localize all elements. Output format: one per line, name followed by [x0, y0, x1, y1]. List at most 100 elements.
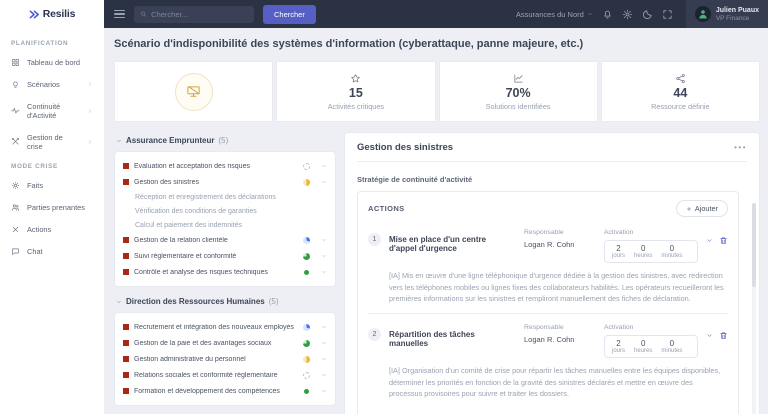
- sidebar-item-chat[interactable]: Chat: [0, 240, 104, 262]
- status-not-started-icon: [303, 162, 310, 170]
- process-row[interactable]: Relations sociales et conformité régleme…: [123, 367, 327, 383]
- brand-name: Resilis: [42, 8, 76, 20]
- sidebar-item-tableau-de-bord[interactable]: Tableau de bord: [0, 51, 104, 73]
- activation-minutes[interactable]: 0: [661, 244, 682, 253]
- action-title: Mise en place d'un centre d'appel d'urge…: [389, 235, 487, 253]
- collapse-chevron-icon[interactable]: [706, 237, 713, 244]
- brand-logo[interactable]: Resilis: [0, 0, 104, 28]
- fullscreen-icon[interactable]: [662, 9, 673, 20]
- sub-process-row[interactable]: Calcul et paiement des indemnités: [123, 218, 327, 232]
- sidebar-item-label: Chat: [27, 246, 43, 256]
- action-title: Répartition des tâches manuelles: [389, 330, 475, 349]
- responsable-name: Logan R. Cohn: [524, 240, 575, 249]
- actions-box: ACTIONS Ajouter 1 Mise en place d'un cen…: [357, 191, 739, 414]
- criticality-square-icon: [123, 269, 129, 275]
- crossed-tools-icon: [11, 137, 20, 146]
- sidebar-item-label: Actions: [27, 224, 52, 234]
- activation-days[interactable]: 2: [612, 244, 625, 253]
- chevron-down-icon[interactable]: [321, 269, 327, 275]
- activation-days[interactable]: 2: [612, 339, 625, 348]
- notifications-bell-icon[interactable]: [602, 9, 613, 20]
- process-label: Suivi réglementaire et conformité: [134, 252, 237, 260]
- star-icon: [350, 73, 361, 84]
- settings-gear-icon[interactable]: [622, 9, 633, 20]
- activation-hours[interactable]: 0: [634, 339, 652, 348]
- process-row[interactable]: Gestion de la relation clientèle: [123, 232, 327, 248]
- group-header-ressources-humaines[interactable]: Direction des Ressources Humaines (5): [116, 297, 336, 306]
- stats-row: 15 Activités critiques 70% Solutions ide…: [114, 61, 760, 122]
- process-label: Évaluation et acceptation des risques: [134, 162, 250, 170]
- sidebar-item-faits[interactable]: Faits: [0, 174, 104, 196]
- collapse-chevron-icon[interactable]: [706, 332, 713, 339]
- chevron-down-icon[interactable]: [321, 237, 327, 243]
- activation-minutes[interactable]: 0: [661, 339, 682, 348]
- delete-trash-icon[interactable]: [719, 331, 728, 340]
- sub-process-row[interactable]: Vérification des conditions de garanties: [123, 204, 327, 218]
- scrollbar-thumb[interactable]: [752, 203, 756, 287]
- sidebar-item-continuite-activite[interactable]: Continuité d'Activité: [0, 95, 104, 126]
- dark-mode-moon-icon[interactable]: [642, 9, 653, 20]
- sidebar-item-actions[interactable]: Actions: [0, 218, 104, 240]
- criticality-square-icon: [123, 372, 129, 378]
- monitor-off-icon: [174, 72, 213, 111]
- more-options-icon[interactable]: •••: [734, 143, 747, 152]
- search-input[interactable]: [151, 9, 248, 19]
- process-row[interactable]: Gestion administrative du personnel: [123, 351, 327, 367]
- group-card: Recrutement et intégration des nouveaux …: [114, 312, 336, 406]
- status-in-progress-icon: [303, 355, 310, 363]
- chevron-down-icon[interactable]: [321, 388, 327, 394]
- chart-line-icon: [513, 73, 524, 84]
- process-row[interactable]: Contrôle et analyse des risques techniqu…: [123, 264, 327, 280]
- minutes-unit-label: minutes: [661, 348, 683, 355]
- brand-mark-icon: [29, 10, 39, 18]
- add-action-button[interactable]: Ajouter: [675, 200, 728, 217]
- status-in-progress-icon: [303, 323, 310, 331]
- chevron-down-icon[interactable]: [321, 163, 327, 169]
- chevron-down-icon[interactable]: [321, 253, 327, 259]
- process-label: Contrôle et analyse des risques techniqu…: [134, 268, 268, 276]
- chevron-down-icon[interactable]: [321, 324, 327, 330]
- process-row[interactable]: Gestion de la paie et des avantages soci…: [123, 335, 327, 351]
- process-row[interactable]: Évaluation et acceptation des risques: [123, 158, 327, 174]
- action-item-1: 1 Mise en place d'un centre d'appel d'ur…: [368, 219, 728, 315]
- process-label: Gestion des sinistres: [134, 178, 199, 186]
- stat-label: Solutions identifiées: [485, 101, 551, 111]
- search-button[interactable]: Chercher: [263, 4, 316, 24]
- sidebar-item-gestion-de-crise[interactable]: Gestion de crise: [0, 126, 104, 157]
- chevron-down-icon[interactable]: [321, 356, 327, 362]
- process-label: Gestion administrative du personnel: [134, 355, 246, 363]
- process-row[interactable]: Recrutement et intégration des nouveaux …: [123, 319, 327, 335]
- group-header-assurance-emprunteur[interactable]: Assurance Emprunteur (5): [116, 136, 336, 145]
- status-in-progress-icon: [303, 252, 310, 260]
- activation-delay-input[interactable]: 2 jours 0 heures 0 minutes: [604, 240, 698, 263]
- sidebar-item-label: Parties prenantes: [27, 202, 85, 212]
- chat-bubble-icon: [11, 247, 20, 256]
- user-menu[interactable]: Julien Puaux VP Finance: [685, 0, 768, 28]
- chevron-down-icon[interactable]: [321, 179, 327, 185]
- hamburger-menu-icon[interactable]: [114, 9, 125, 19]
- sidebar-item-scenarios[interactable]: Scénarios: [0, 73, 104, 95]
- delete-trash-icon[interactable]: [719, 236, 728, 245]
- action-description: [IA] Organisation d'un comité de crise p…: [389, 366, 721, 399]
- organization-selector[interactable]: Assurances du Nord: [516, 10, 593, 19]
- strategy-label: Stratégie de continuité d'activité: [357, 175, 473, 184]
- process-row[interactable]: Gestion des sinistres: [123, 174, 327, 190]
- activation-delay-input[interactable]: 2 jours 0 heures 0 minutes: [604, 335, 698, 359]
- group-card: Évaluation et acceptation des risques Ge…: [114, 151, 336, 287]
- process-row[interactable]: Suivi réglementaire et conformité: [123, 248, 327, 264]
- chevron-down-icon[interactable]: [321, 340, 327, 346]
- activation-hours[interactable]: 0: [634, 244, 652, 253]
- minutes-unit-label: minutes: [661, 253, 683, 259]
- search-box[interactable]: [134, 5, 254, 23]
- activation-label: Activation: [604, 229, 634, 236]
- detail-panel: Gestion des sinistres ••• Stratégie de c…: [344, 132, 760, 414]
- stat-value: 15: [348, 85, 363, 100]
- share-nodes-icon: [675, 73, 686, 84]
- add-action-label: Ajouter: [694, 204, 718, 213]
- process-row[interactable]: Formation et développement des compétenc…: [123, 383, 327, 399]
- chevron-down-icon[interactable]: [321, 372, 327, 378]
- cross-icon: [11, 225, 20, 234]
- sidebar-item-parties-prenantes[interactable]: Parties prenantes: [0, 196, 104, 218]
- process-label: Gestion de la relation clientèle: [134, 236, 228, 244]
- sub-process-row[interactable]: Réception et enregistrement des déclarat…: [123, 190, 327, 204]
